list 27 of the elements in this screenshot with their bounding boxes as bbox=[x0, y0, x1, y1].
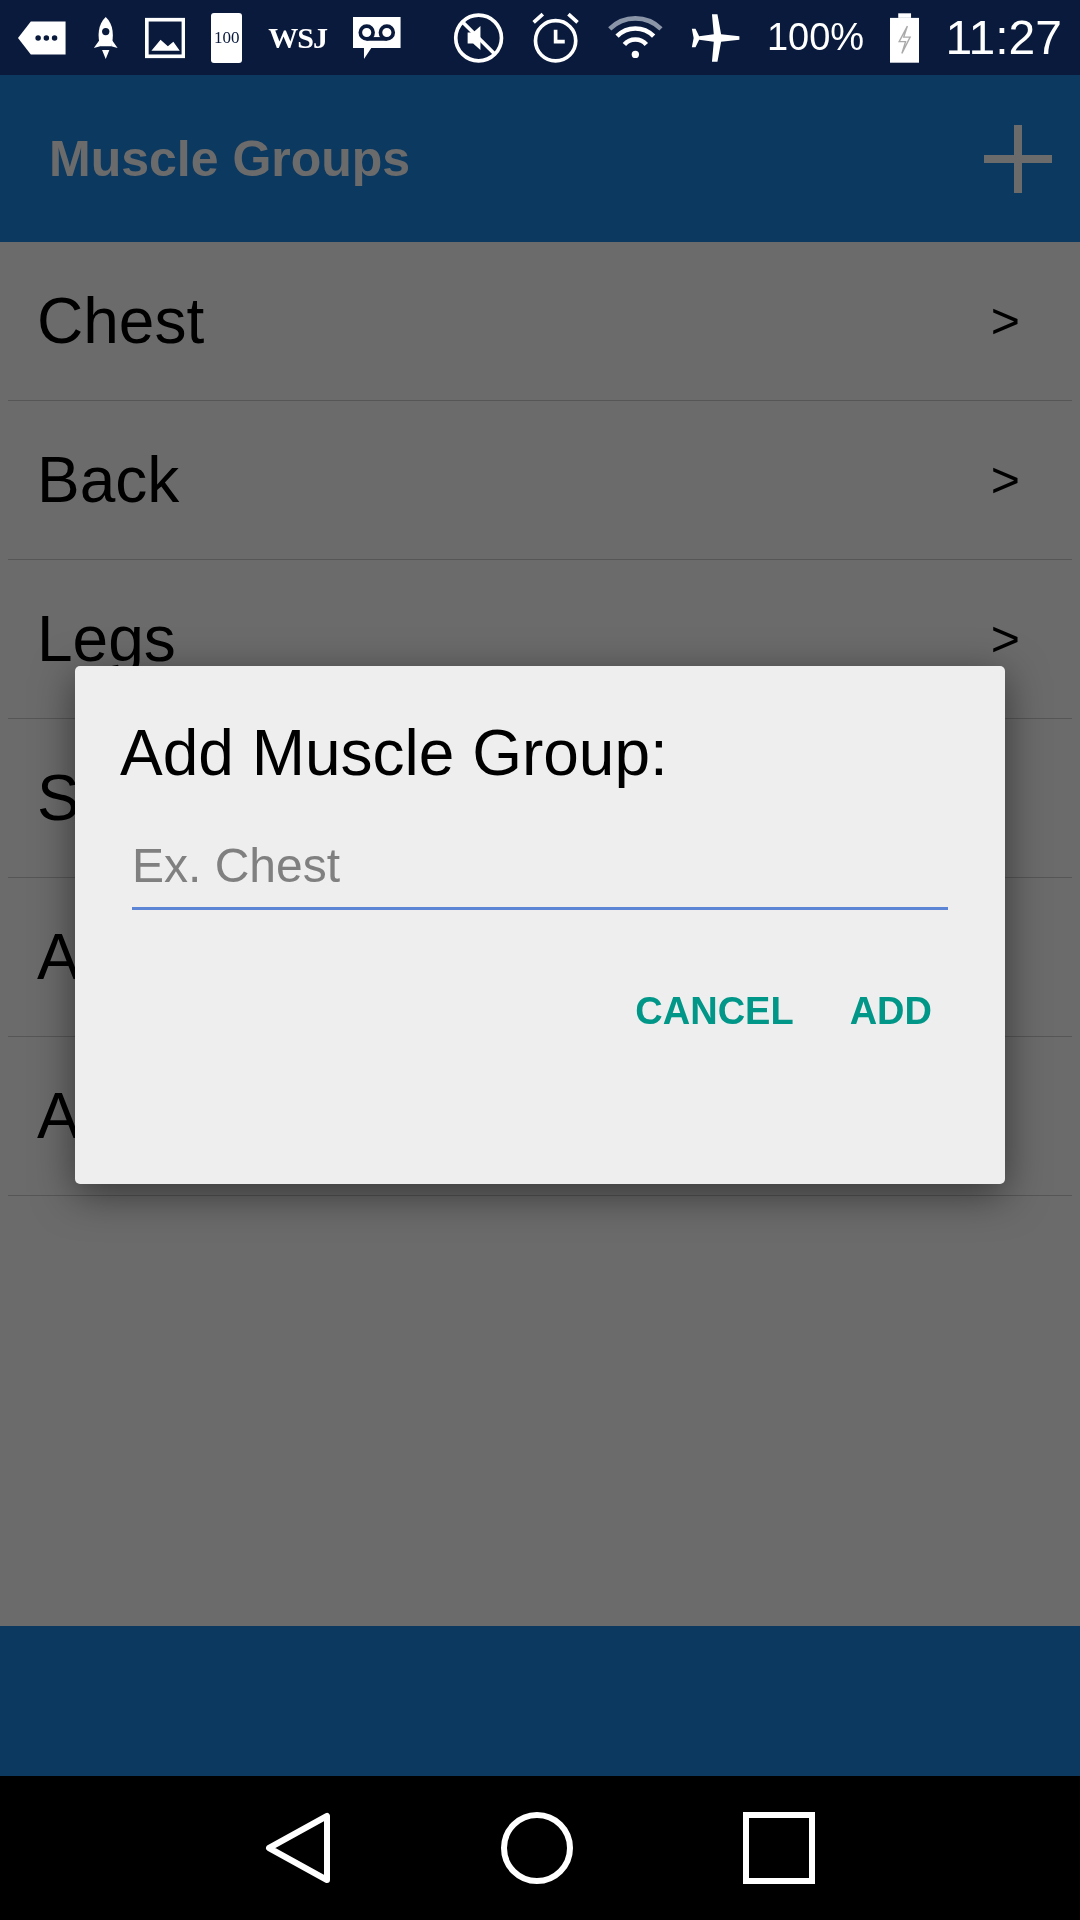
list-row[interactable]: Chest > bbox=[8, 242, 1072, 401]
news-logo: WSJ bbox=[268, 20, 328, 55]
back-icon[interactable] bbox=[264, 1812, 331, 1884]
chevron: > bbox=[990, 451, 1020, 509]
row-label: S bbox=[37, 761, 81, 835]
cancel-button[interactable]: CANCEL bbox=[619, 980, 810, 1043]
row-label: A bbox=[37, 920, 81, 994]
image-icon bbox=[145, 15, 186, 60]
app-title: Muscle Groups bbox=[49, 129, 412, 188]
message-tag-icon bbox=[18, 19, 66, 56]
rocket-icon bbox=[91, 14, 119, 61]
chevron: > bbox=[990, 292, 1020, 350]
row-label: Back bbox=[37, 443, 181, 517]
battery-icon: 100 bbox=[211, 12, 243, 63]
recents-icon[interactable] bbox=[743, 1812, 816, 1884]
dialog-title: Add Muscle Group: bbox=[120, 716, 669, 790]
chevron: > bbox=[990, 610, 1020, 668]
clock-time: 11:27 bbox=[945, 10, 1062, 65]
list-row[interactable]: Back > bbox=[8, 401, 1072, 560]
battery-percent: 100% bbox=[766, 16, 865, 59]
add-button[interactable]: ADD bbox=[833, 980, 948, 1043]
row-label: Chest bbox=[37, 284, 206, 358]
charging-battery-icon bbox=[890, 10, 920, 65]
voicemail-icon bbox=[353, 14, 401, 61]
row-label: A bbox=[37, 1079, 81, 1153]
home-icon[interactable] bbox=[500, 1811, 574, 1885]
input-field[interactable]: Ex. Chest bbox=[132, 838, 948, 910]
